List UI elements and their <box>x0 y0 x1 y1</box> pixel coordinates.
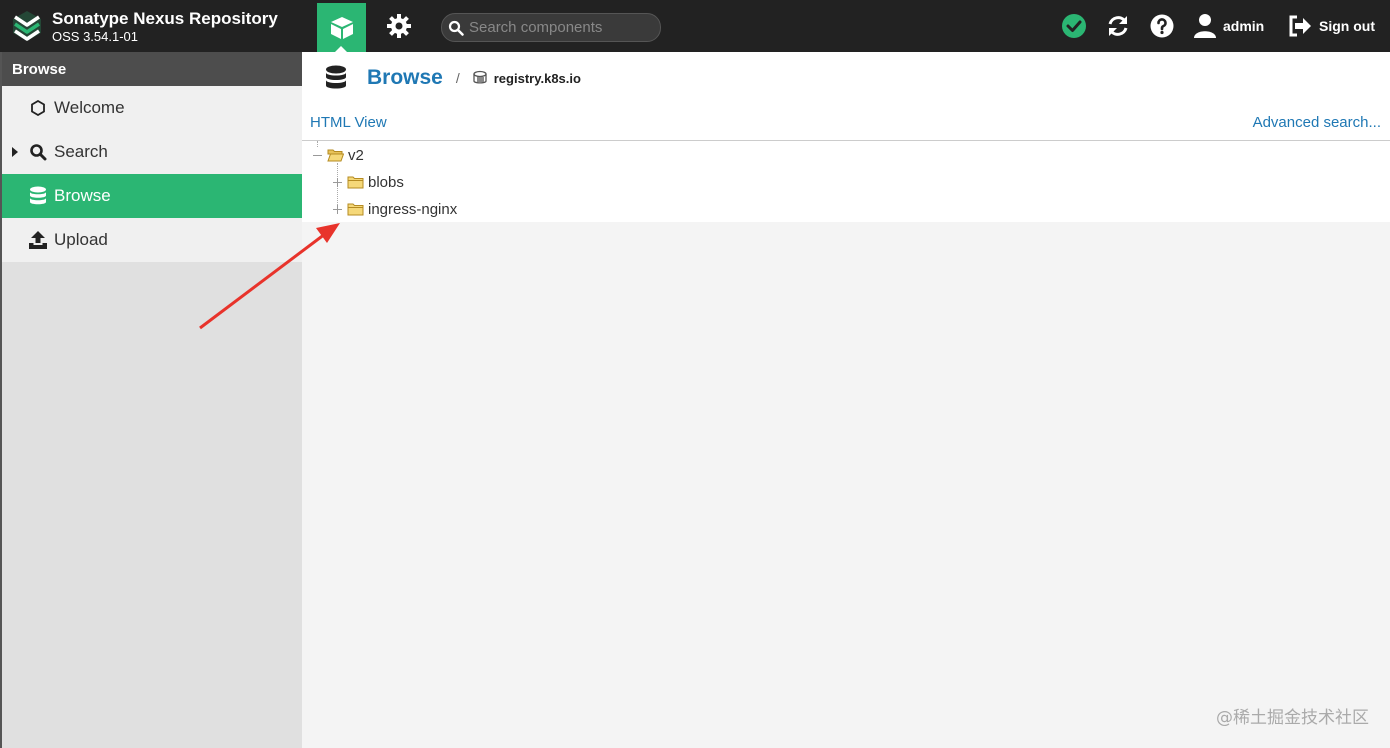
search-components-input[interactable] <box>469 19 654 36</box>
search-icon <box>448 20 464 36</box>
help-icon <box>1150 14 1174 38</box>
system-status-button[interactable] <box>1060 12 1088 40</box>
sign-out-button[interactable]: Sign out <box>1288 12 1375 40</box>
app-name: Sonatype Nexus Repository <box>52 8 278 28</box>
expand-toggle-icon[interactable] <box>332 177 343 188</box>
page-header: Browse / registry.k8s.io <box>302 52 1390 104</box>
help-button[interactable] <box>1148 12 1176 40</box>
brand[interactable]: Sonatype Nexus Repository OSS 3.54.1-01 <box>10 6 278 46</box>
folder-open-icon <box>327 149 344 162</box>
sidebar-item-browse[interactable]: Browse <box>2 174 302 218</box>
tree-node-v2[interactable]: v2 <box>312 145 364 165</box>
folder-icon <box>347 203 364 216</box>
app-version: OSS 3.54.1-01 <box>52 28 138 44</box>
database-icon <box>28 186 48 206</box>
sign-out-label: Sign out <box>1319 18 1375 34</box>
tree-node-ingress-nginx[interactable]: ingress-nginx <box>332 199 457 219</box>
advanced-search-link[interactable]: Advanced search... <box>1253 114 1381 131</box>
sidebar-item-label: Browse <box>54 186 111 205</box>
user-icon <box>1194 14 1216 38</box>
username-label: admin <box>1223 18 1265 34</box>
cube-icon <box>330 16 353 39</box>
nexus-logo-icon <box>13 11 41 41</box>
sidebar-item-search[interactable]: Search <box>2 130 302 174</box>
gear-icon <box>387 14 411 38</box>
top-bar: Sonatype Nexus Repository OSS 3.54.1-01 <box>0 0 1390 52</box>
expand-toggle-icon[interactable] <box>332 204 343 215</box>
sidebar-item-label: Welcome <box>54 98 125 117</box>
tree-node-blobs[interactable]: blobs <box>332 172 404 192</box>
search-icon <box>28 142 48 162</box>
refresh-button[interactable] <box>1104 12 1132 40</box>
search-components-box[interactable] <box>441 13 661 42</box>
sidebar-item-label: Upload <box>54 230 108 249</box>
main-content: Browse / registry.k8s.io HTML View Advan… <box>302 52 1390 748</box>
sidebar: Browse Welcome Search Browse Upload <box>0 52 302 748</box>
administration-mode-button[interactable] <box>376 3 422 49</box>
refresh-icon <box>1108 16 1128 36</box>
collapse-toggle-icon[interactable] <box>312 150 323 161</box>
breadcrumb-separator: / <box>455 70 460 86</box>
sign-out-icon <box>1289 15 1311 37</box>
sidebar-title: Browse <box>2 52 302 86</box>
user-account-button[interactable]: admin <box>1194 12 1264 40</box>
hexagon-icon <box>28 98 48 118</box>
expand-arrow-icon[interactable] <box>12 147 18 157</box>
upload-icon <box>28 230 48 250</box>
breadcrumb-repository: registry.k8s.io <box>493 70 581 86</box>
sidebar-item-welcome[interactable]: Welcome <box>2 86 302 130</box>
sidebar-item-label: Search <box>54 142 108 161</box>
browse-mode-button[interactable] <box>317 3 366 52</box>
html-view-link[interactable]: HTML View <box>310 114 387 131</box>
folder-icon <box>347 176 364 189</box>
repository-icon <box>473 70 487 84</box>
sidebar-item-upload[interactable]: Upload <box>2 218 302 262</box>
tree-node-label: blobs <box>368 173 404 191</box>
check-circle-icon <box>1062 14 1086 38</box>
component-tree: v2 blobs ingress-nginx <box>302 141 1390 222</box>
browse-toolbar: HTML View Advanced search... <box>302 104 1390 141</box>
tree-node-label: v2 <box>348 146 364 164</box>
watermark: @稀土掘金技术社区 <box>1216 708 1369 728</box>
page-title[interactable]: Browse <box>367 66 443 90</box>
database-icon <box>326 65 346 89</box>
tree-node-label: ingress-nginx <box>368 200 458 218</box>
